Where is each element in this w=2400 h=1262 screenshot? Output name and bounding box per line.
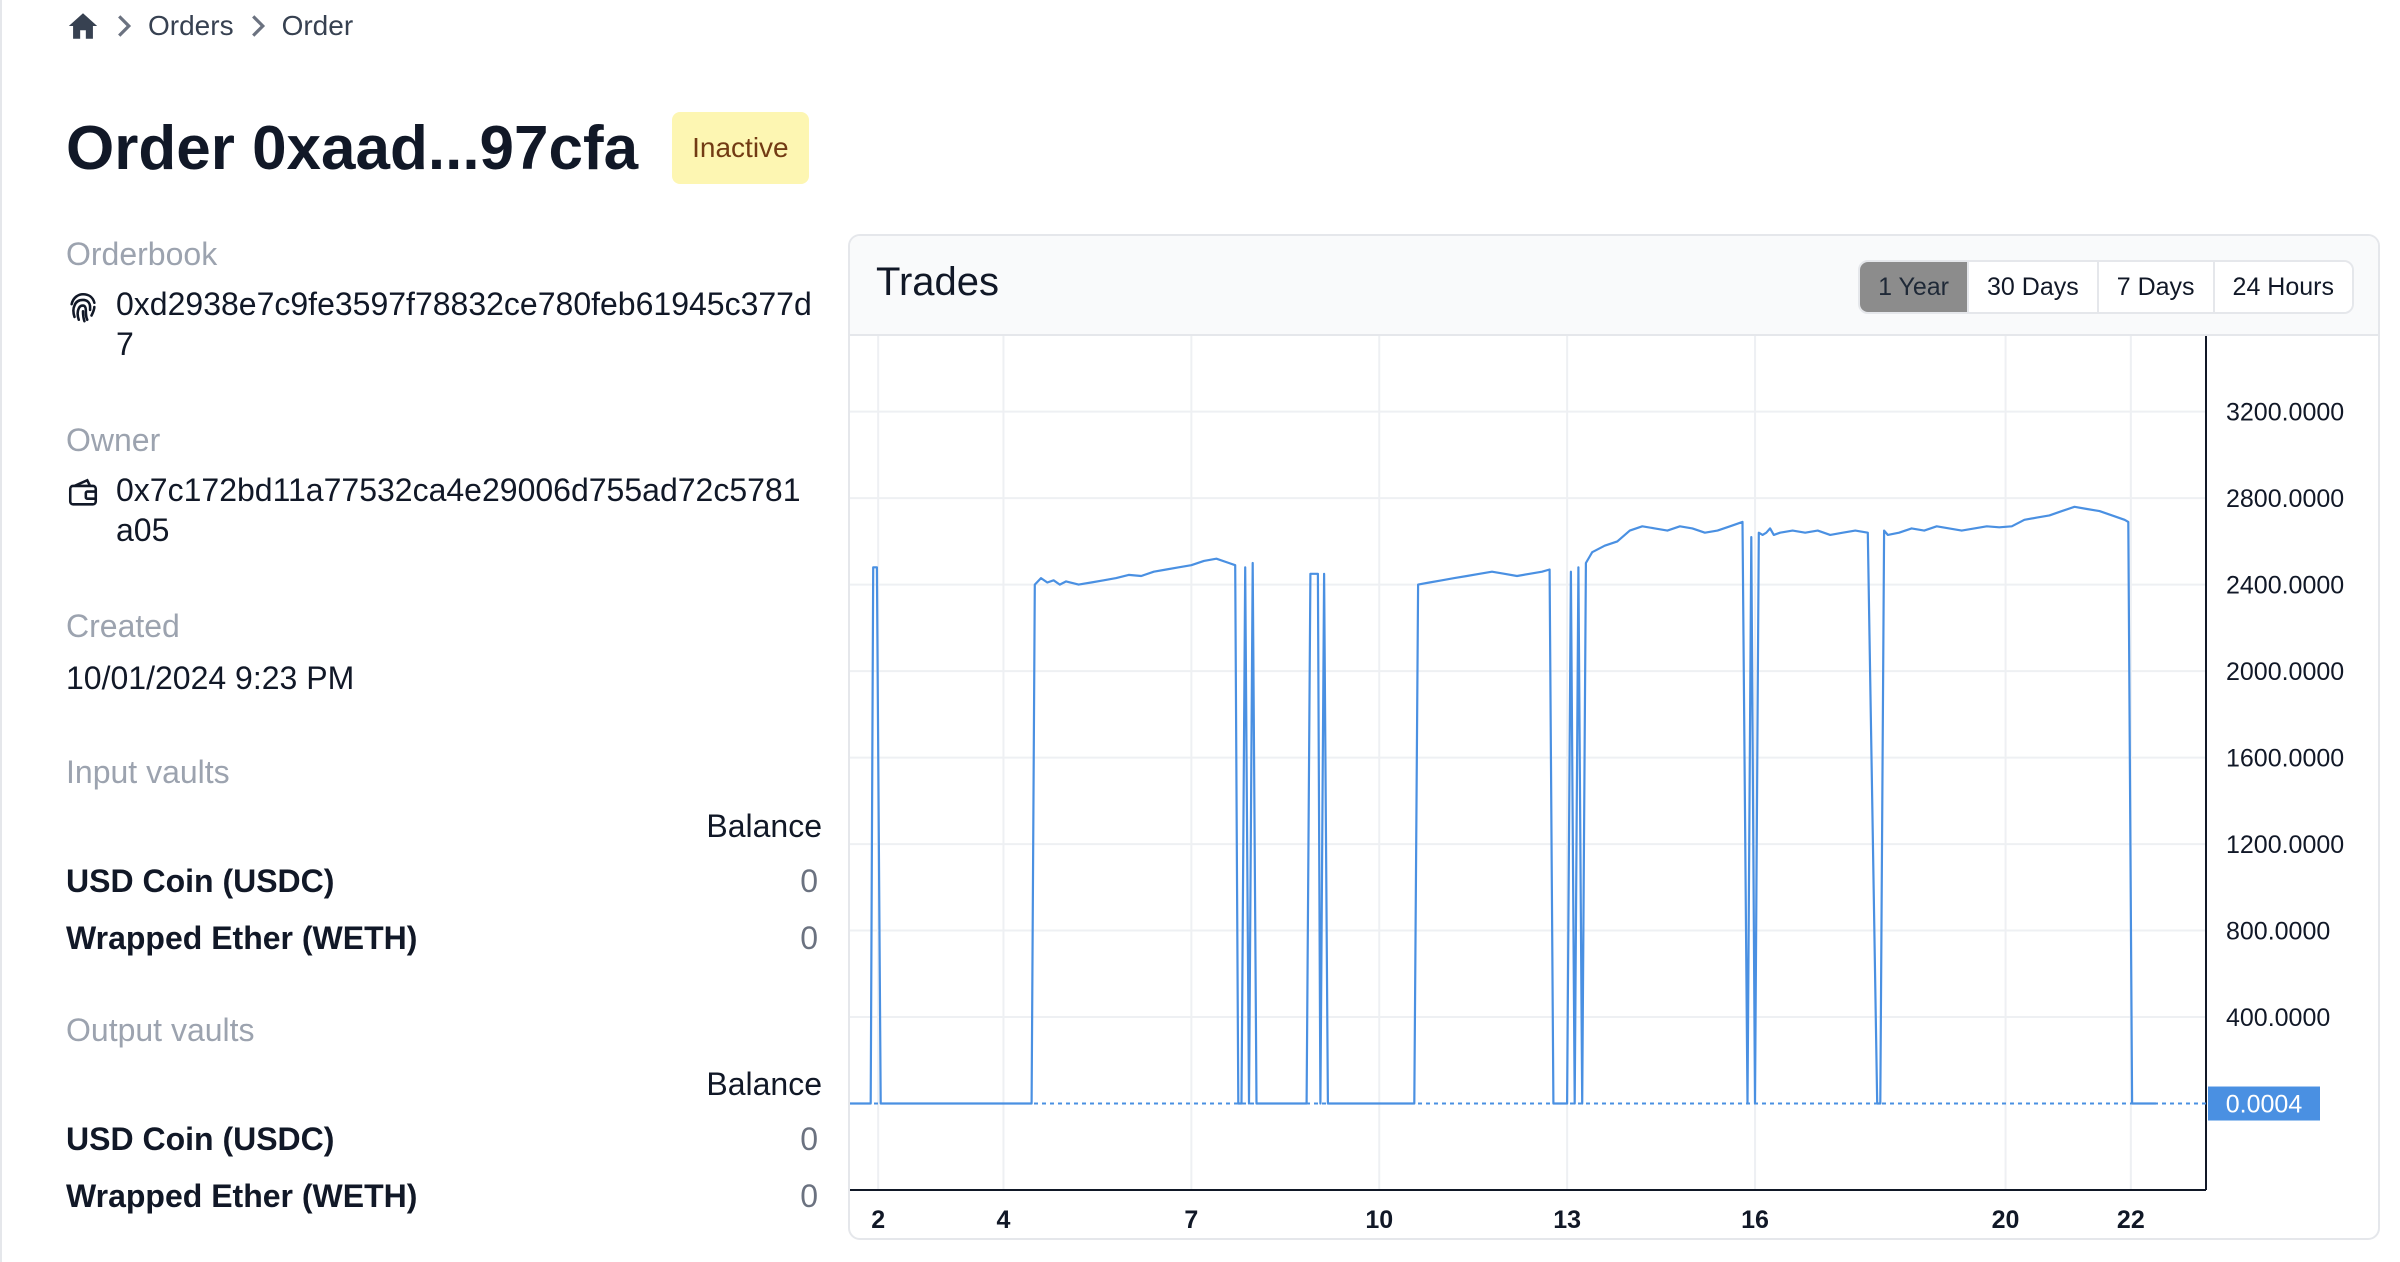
y-tick-label: 400.0000 xyxy=(2226,1004,2330,1032)
y-tick-label: 3200.0000 xyxy=(2226,399,2344,427)
vault-balance: 0 xyxy=(800,863,818,899)
page-left-border xyxy=(0,0,2,1262)
wallet-icon xyxy=(66,476,102,516)
y-tick-label: 1200.0000 xyxy=(2226,831,2344,859)
chevron-right-icon xyxy=(250,13,266,39)
last-value-label: 0.0004 xyxy=(2226,1091,2303,1119)
x-tick-label: 22 xyxy=(2117,1206,2145,1234)
chevron-right-icon xyxy=(116,13,132,39)
output-vaults-label: Output vaults xyxy=(66,1012,255,1048)
output-balance-header: Balance xyxy=(706,1066,822,1102)
status-badge: Inactive xyxy=(672,112,809,184)
x-tick-label: 2 xyxy=(871,1206,885,1234)
input-vaults-label: Input vaults xyxy=(66,754,230,790)
input-vault-row[interactable]: USD Coin (USDC) 0 xyxy=(66,863,822,900)
order-hash: 0xaad...97cfa xyxy=(252,113,639,183)
created-label: Created xyxy=(66,608,180,644)
range-7-days-button[interactable]: 7 Days xyxy=(2096,262,2213,312)
trades-line-chart[interactable]: 400.0000 800.0000 1200.0000 1600.0000 2000.0… xyxy=(850,336,2380,1240)
y-tick-label: 1600.0000 xyxy=(2226,745,2344,773)
x-tick-label: 20 xyxy=(1992,1206,2020,1234)
output-vault-row[interactable]: USD Coin (USDC) 0 xyxy=(66,1121,822,1158)
y-tick-label: 800.0000 xyxy=(2226,918,2330,946)
trades-series-line xyxy=(850,505,2156,1105)
x-tick-label: 10 xyxy=(1365,1206,1393,1234)
vault-balance: 0 xyxy=(800,920,818,956)
time-range-selector: 1 Year 30 Days 7 Days 24 Hours xyxy=(1858,260,2354,314)
vault-token-name: USD Coin (USDC) xyxy=(66,863,335,899)
chart-card-header: Trades 1 Year 30 Days 7 Days 24 Hours xyxy=(850,236,2378,336)
y-tick-label: 2000.0000 xyxy=(2226,658,2344,686)
orderbook-label: Orderbook xyxy=(66,236,218,272)
range-30-days-button[interactable]: 30 Days xyxy=(1967,262,2097,312)
orderbook-row: 0xd2938e7c9fe3597f78832ce780feb61945c377… xyxy=(66,284,816,364)
orderbook-address[interactable]: 0xd2938e7c9fe3597f78832ce780feb61945c377… xyxy=(116,284,816,364)
trades-chart-card: Trades 1 Year 30 Days 7 Days 24 Hours 40… xyxy=(848,234,2380,1240)
vault-balance: 0 xyxy=(800,1178,818,1214)
breadcrumb-orders-link[interactable]: Orders xyxy=(148,10,234,42)
vault-token-name: USD Coin (USDC) xyxy=(66,1121,335,1157)
created-value: 10/01/2024 9:23 PM xyxy=(66,660,355,696)
chart-title: Trades xyxy=(876,260,1000,304)
owner-row: 0x7c172bd11a77532ca4e29006d755ad72c5781a… xyxy=(66,470,816,550)
x-tick-label: 13 xyxy=(1553,1206,1581,1234)
output-vault-row[interactable]: Wrapped Ether (WETH) 0 xyxy=(66,1178,822,1215)
owner-address[interactable]: 0x7c172bd11a77532ca4e29006d755ad72c5781a… xyxy=(116,470,816,550)
range-1-year-button[interactable]: 1 Year xyxy=(1860,262,1968,312)
breadcrumb-current: Order xyxy=(281,10,354,41)
range-24-hours-button[interactable]: 24 Hours xyxy=(2212,262,2352,312)
vault-token-name: Wrapped Ether (WETH) xyxy=(66,920,418,956)
input-balance-header: Balance xyxy=(706,808,822,844)
title-prefix: Order xyxy=(66,113,235,183)
vault-balance: 0 xyxy=(800,1121,818,1157)
breadcrumb: Orders Order xyxy=(66,6,353,46)
vault-token-name: Wrapped Ether (WETH) xyxy=(66,1178,418,1214)
page-title: Order 0xaad...97cfa xyxy=(66,113,638,184)
x-tick-label: 4 xyxy=(996,1206,1010,1234)
x-tick-label: 16 xyxy=(1741,1206,1769,1234)
fingerprint-icon xyxy=(66,290,102,330)
y-tick-label: 2800.0000 xyxy=(2226,485,2344,513)
input-vault-row[interactable]: Wrapped Ether (WETH) 0 xyxy=(66,920,822,957)
home-icon[interactable] xyxy=(66,10,100,42)
y-tick-label: 2400.0000 xyxy=(2226,572,2344,600)
page-title-row: Order 0xaad...97cfa Inactive xyxy=(66,108,809,188)
owner-label: Owner xyxy=(66,422,161,458)
x-tick-label: 7 xyxy=(1184,1206,1198,1234)
